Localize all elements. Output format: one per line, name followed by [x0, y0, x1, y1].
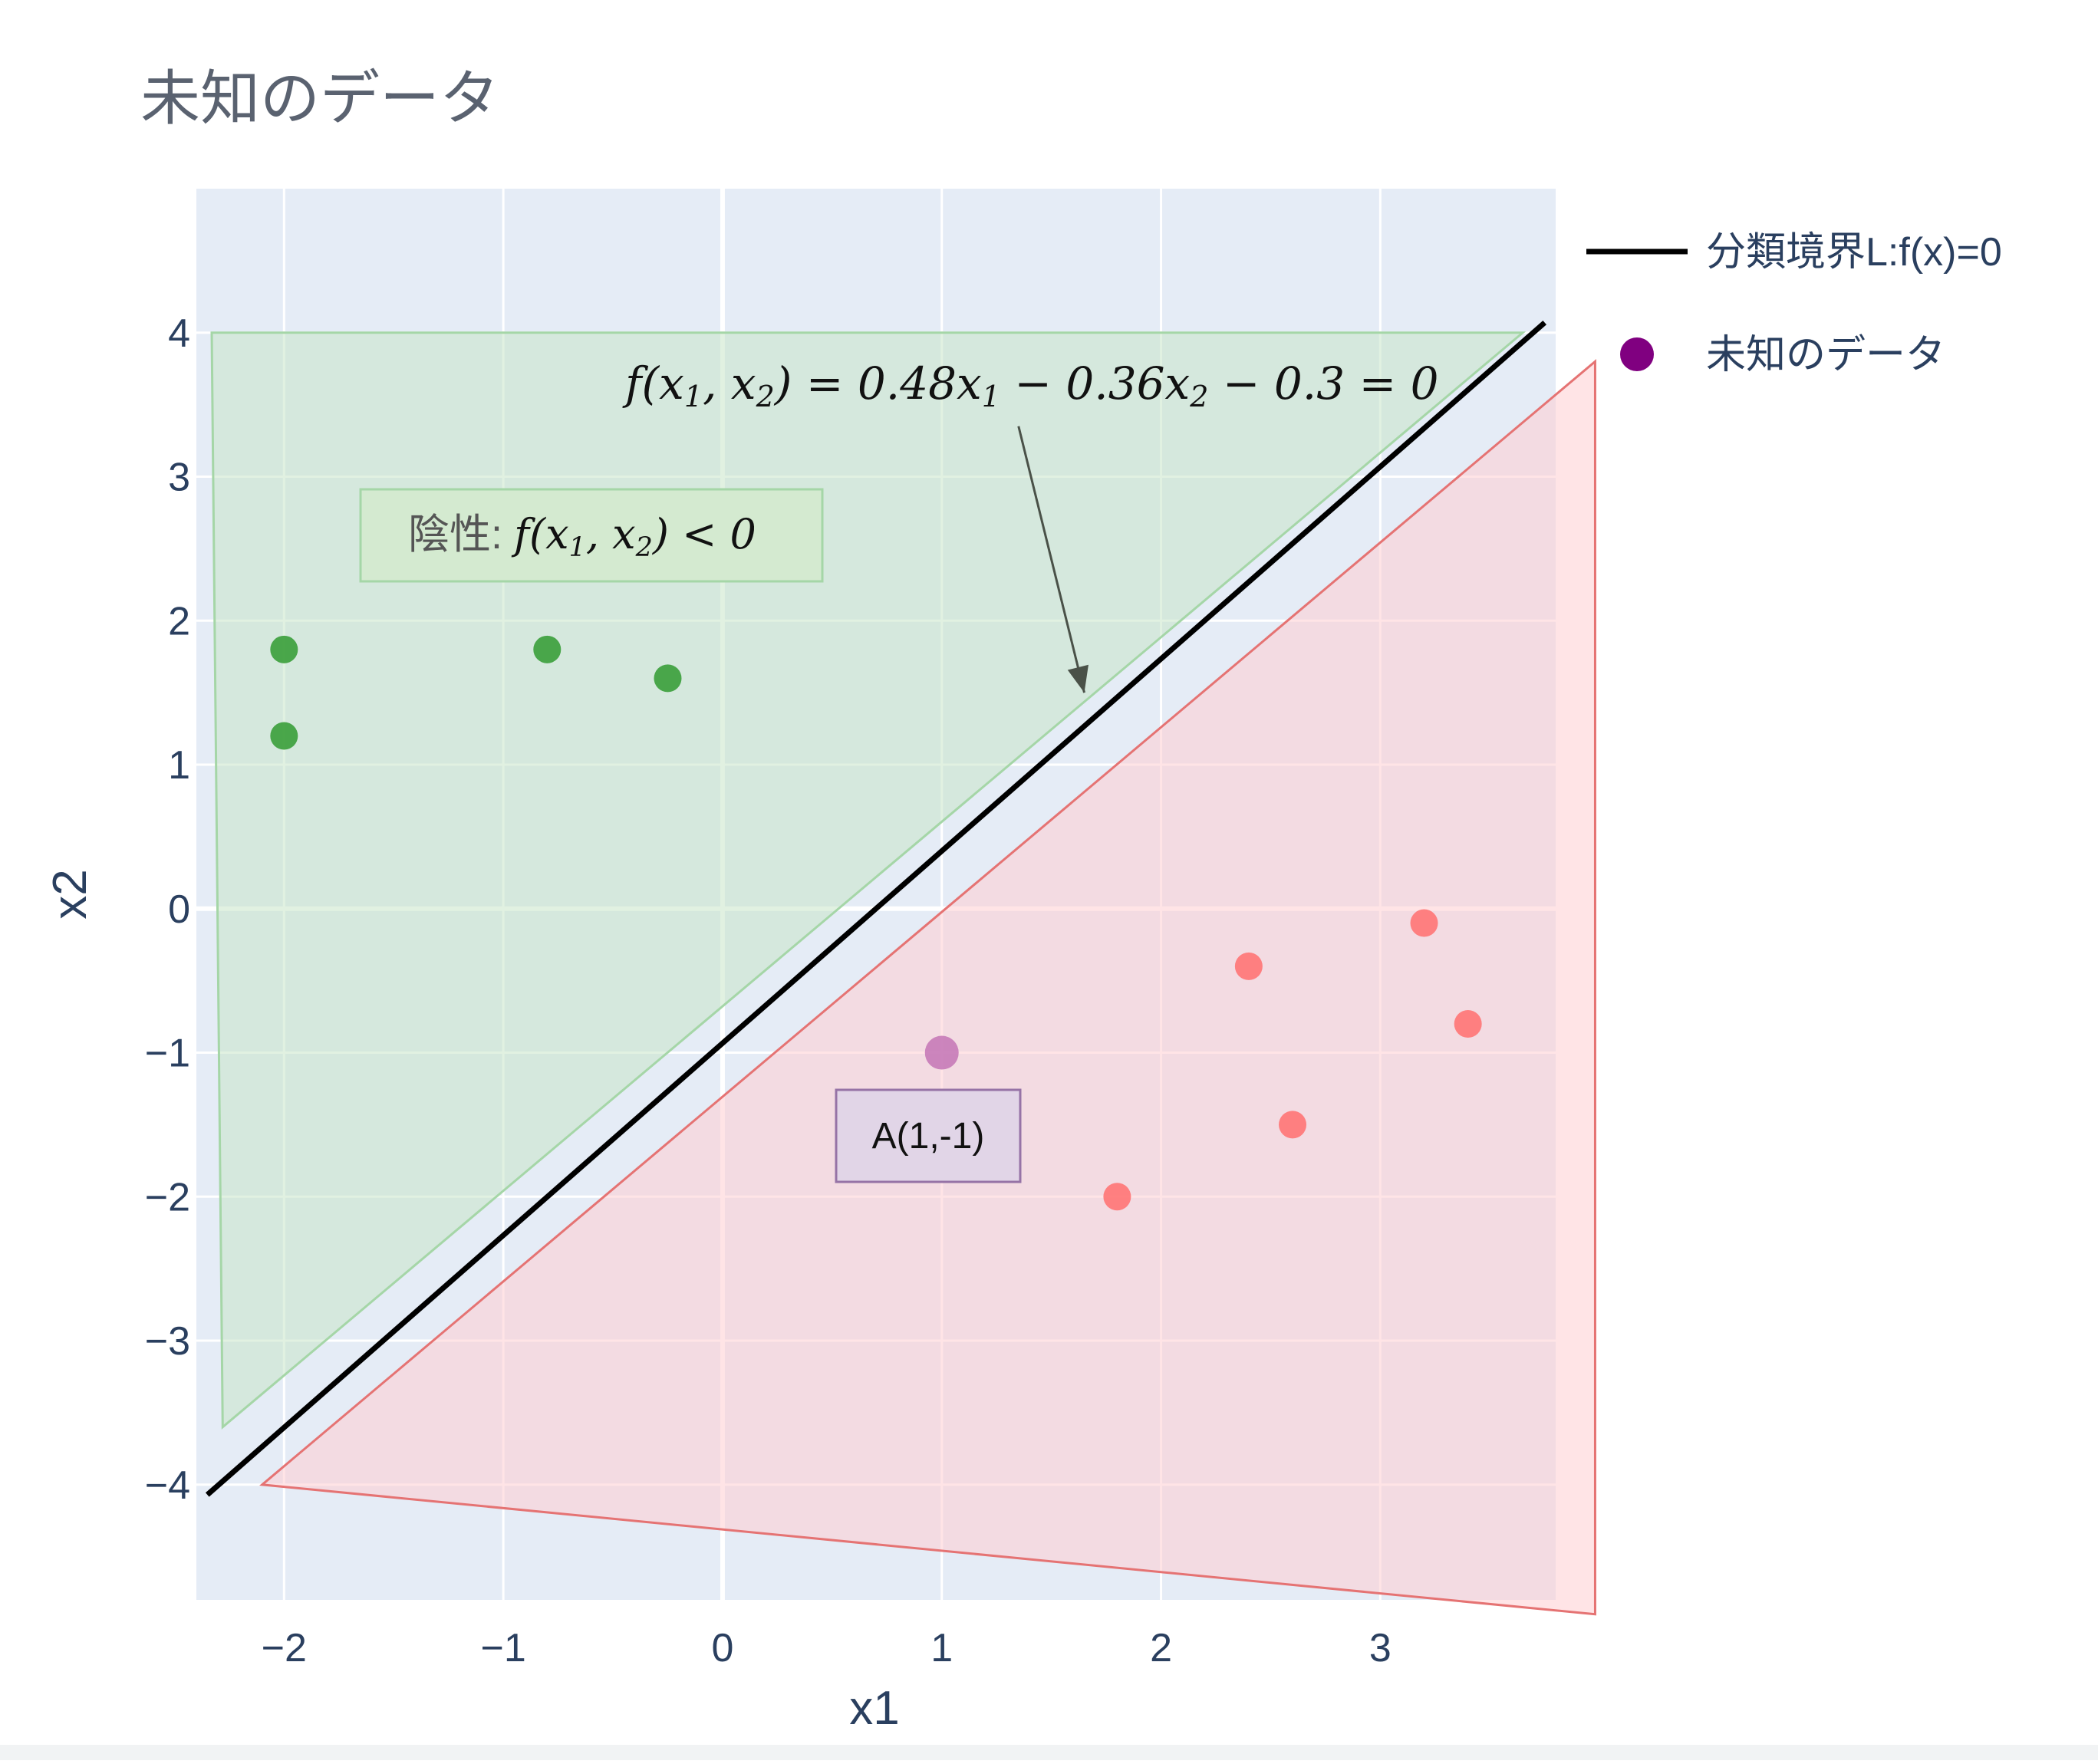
positive-point — [1279, 1111, 1307, 1139]
y-tick-label: 4 — [168, 311, 190, 356]
y-tick-label: 2 — [168, 599, 190, 643]
y-tick-label: 1 — [168, 743, 190, 788]
x-tick-label: 3 — [1369, 1626, 1392, 1670]
negative-point — [533, 635, 562, 663]
legend-marker-swatch — [1620, 337, 1654, 371]
negative-point — [654, 664, 682, 693]
x-tick-label: 0 — [711, 1626, 733, 1670]
legend-label-unknown: 未知のデータ — [1706, 333, 1945, 377]
positive-point — [1234, 952, 1263, 980]
positive-point — [1454, 1009, 1482, 1038]
x-tick-label: −1 — [480, 1626, 525, 1670]
x-axis-title: x1 — [849, 1682, 899, 1735]
positive-point — [1103, 1183, 1131, 1211]
x-tick-label: −2 — [262, 1626, 307, 1670]
chart-container: 未知のデータ f(x1, x2) = 0.48x1 − 0.36x2 − 0.3… — [0, 0, 2098, 1760]
positive-point — [1410, 909, 1438, 937]
y-tick-label: −1 — [145, 1032, 190, 1076]
y-tick-label: −3 — [145, 1319, 190, 1364]
legend: 分類境界L:f(x)=0 未知のデータ — [1586, 230, 2002, 377]
x-tick-label: 1 — [930, 1626, 953, 1670]
legend-label-boundary: 分類境界L:f(x)=0 — [1706, 230, 2002, 275]
point-a-label: A(1,-1) — [872, 1116, 985, 1157]
negative-point — [270, 635, 298, 663]
y-axis-title: x2 — [44, 869, 97, 919]
unknown-data-point — [924, 1035, 959, 1070]
y-tick-label: −4 — [145, 1463, 190, 1508]
negative-point — [270, 722, 298, 750]
y-tick-label: 0 — [168, 887, 190, 932]
chart-title: 未知のデータ — [140, 64, 499, 132]
page-bottom-bar — [0, 1745, 2098, 1760]
chart-svg: 未知のデータ f(x1, x2) = 0.48x1 − 0.36x2 − 0.3… — [44, 64, 2002, 1735]
y-tick-label: −2 — [145, 1175, 190, 1219]
y-tick-label: 3 — [168, 456, 190, 500]
x-tick-label: 2 — [1150, 1626, 1172, 1670]
equation-annotation: f(x1, x2) = 0.48x1 − 0.36x2 − 0.3 = 0 — [622, 357, 1439, 413]
